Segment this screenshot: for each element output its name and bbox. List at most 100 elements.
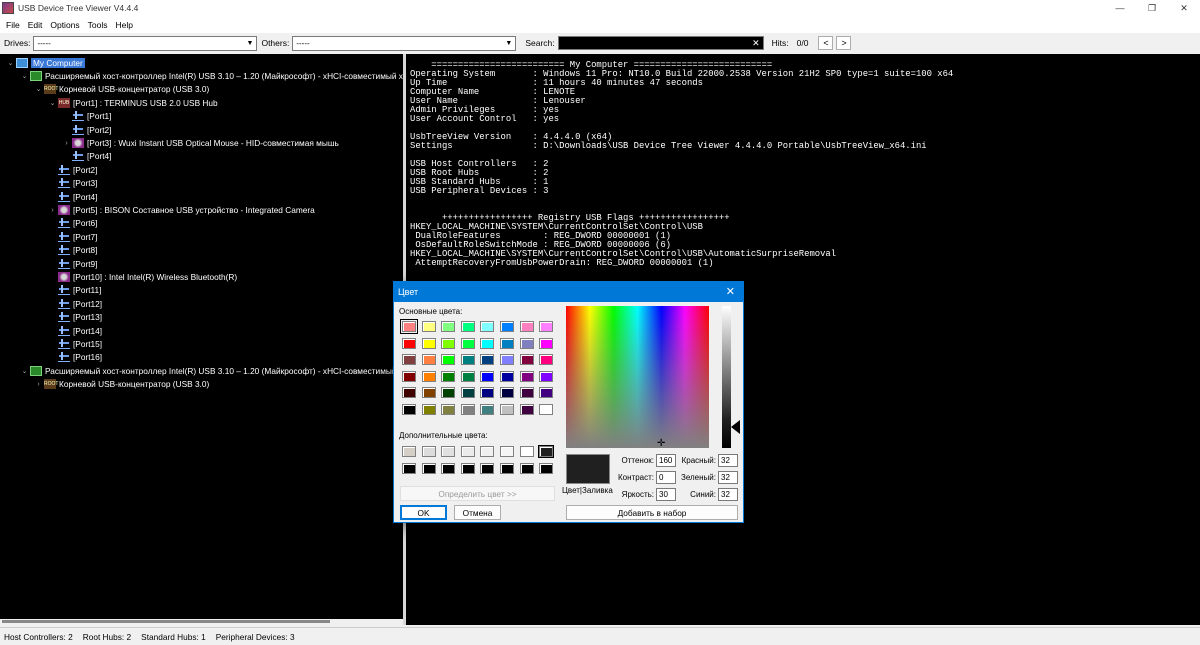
- color-swatch[interactable]: [539, 337, 554, 349]
- color-swatch[interactable]: [441, 370, 456, 382]
- color-swatch[interactable]: [480, 370, 495, 382]
- color-swatch[interactable]: [441, 337, 456, 349]
- color-swatch[interactable]: [480, 387, 495, 398]
- color-swatch[interactable]: [499, 337, 514, 349]
- tree-item[interactable]: [Port15]: [48, 337, 102, 350]
- tree-item[interactable]: ⌄ ROOT Корневой USB-концентратор (USB 3.0): [34, 83, 209, 96]
- menu-help[interactable]: Help: [112, 20, 137, 30]
- minimize-button[interactable]: —: [1104, 0, 1136, 16]
- color-swatch[interactable]: [402, 403, 416, 415]
- blue-input[interactable]: 32: [718, 488, 738, 501]
- color-swatch[interactable]: [402, 370, 416, 382]
- tree-item[interactable]: › [Port3] : Wuxi Instant USB Optical Mous…: [62, 136, 339, 149]
- luminance-input[interactable]: 30: [656, 488, 676, 501]
- color-swatch[interactable]: [519, 462, 534, 474]
- tree-item[interactable]: [Port1]: [62, 110, 111, 123]
- color-swatch[interactable]: [539, 462, 554, 474]
- tree-item[interactable]: [Port12]: [48, 297, 102, 310]
- color-swatch[interactable]: [519, 321, 534, 332]
- tree-item[interactable]: [Port3]: [48, 177, 97, 190]
- color-swatch[interactable]: [499, 462, 514, 474]
- collapsed-arrow-icon[interactable]: ›: [62, 140, 71, 147]
- tree-item[interactable]: [Port14]: [48, 324, 102, 337]
- color-swatch[interactable]: [519, 337, 534, 349]
- menu-edit[interactable]: Edit: [24, 20, 47, 30]
- color-swatch[interactable]: [460, 387, 475, 398]
- red-input[interactable]: 32: [718, 454, 738, 467]
- drives-dropdown[interactable]: ----- ▼: [33, 35, 258, 51]
- collapsed-arrow-icon[interactable]: ›: [34, 381, 43, 388]
- color-swatch[interactable]: [499, 387, 514, 398]
- color-swatch[interactable]: [400, 319, 418, 334]
- color-swatch[interactable]: [480, 403, 495, 415]
- menu-options[interactable]: Options: [46, 20, 83, 30]
- ok-button[interactable]: OK: [400, 505, 447, 520]
- color-swatch[interactable]: [421, 462, 436, 474]
- color-swatch[interactable]: [402, 337, 416, 349]
- color-swatch[interactable]: [480, 337, 495, 349]
- tree-item[interactable]: [Port13]: [48, 311, 102, 324]
- color-swatch[interactable]: [402, 462, 416, 474]
- color-swatch[interactable]: [480, 354, 495, 365]
- tree-item[interactable]: [Port10] : Intel Intel(R) Wireless Bluet…: [48, 270, 237, 283]
- search-input[interactable]: ✕: [557, 36, 764, 50]
- expanded-arrow-icon[interactable]: ⌄: [20, 72, 29, 80]
- color-swatch[interactable]: [421, 403, 436, 415]
- color-swatch[interactable]: [460, 354, 475, 365]
- color-swatch[interactable]: [441, 354, 456, 365]
- color-swatch[interactable]: [402, 354, 416, 365]
- tree-item[interactable]: › ROOT Корневой USB-концентратор (USB 3.0): [34, 378, 209, 391]
- color-swatch[interactable]: [519, 354, 534, 365]
- scrollbar-thumb[interactable]: [2, 620, 330, 623]
- dialog-close-icon[interactable]: ✕: [726, 285, 735, 298]
- color-swatch[interactable]: [539, 321, 554, 332]
- color-swatch[interactable]: [519, 403, 534, 415]
- tree-item[interactable]: ⌄ Расширяемый хост-контроллер Intel(R) US…: [20, 364, 397, 377]
- color-swatch[interactable]: [539, 354, 554, 365]
- tree-item[interactable]: [Port2]: [62, 123, 111, 136]
- prev-hit-button[interactable]: <: [818, 36, 834, 50]
- close-button[interactable]: ✕: [1168, 0, 1200, 16]
- tree-item[interactable]: [Port16]: [48, 351, 102, 364]
- menu-tools[interactable]: Tools: [84, 20, 112, 30]
- expanded-arrow-icon[interactable]: ⌄: [20, 367, 29, 375]
- tree-item[interactable]: [Port7]: [48, 230, 97, 243]
- color-swatch[interactable]: [441, 462, 456, 474]
- color-swatch[interactable]: [538, 445, 555, 458]
- color-swatch[interactable]: [539, 387, 554, 398]
- color-swatch[interactable]: [441, 446, 456, 457]
- color-swatch[interactable]: [441, 321, 456, 332]
- saturation-input[interactable]: 0: [656, 471, 676, 484]
- tree-item[interactable]: [Port6]: [48, 217, 97, 230]
- clear-search-icon[interactable]: ✕: [752, 38, 760, 49]
- tree-item[interactable]: [Port4]: [48, 190, 97, 203]
- color-swatch[interactable]: [421, 370, 436, 382]
- next-hit-button[interactable]: >: [836, 36, 852, 50]
- color-swatch[interactable]: [421, 354, 436, 365]
- color-swatch[interactable]: [441, 387, 456, 398]
- add-to-custom-colors-button[interactable]: Добавить в набор: [566, 505, 738, 520]
- color-swatch[interactable]: [460, 337, 475, 349]
- restore-button[interactable]: ❐: [1136, 0, 1168, 16]
- expanded-arrow-icon[interactable]: ⌄: [34, 85, 43, 93]
- color-swatch[interactable]: [421, 387, 436, 398]
- tree-item[interactable]: ⌄ HUB [Port1] : TERMINUS USB 2.0 USB Hub: [48, 96, 218, 109]
- color-swatch[interactable]: [441, 403, 456, 415]
- tree-item[interactable]: [Port4]: [62, 150, 111, 163]
- color-swatch[interactable]: [539, 370, 554, 382]
- color-swatch[interactable]: [499, 370, 514, 382]
- color-swatch[interactable]: [499, 354, 514, 365]
- tree-item[interactable]: [Port11]: [48, 284, 101, 297]
- color-swatch[interactable]: [460, 462, 475, 474]
- device-tree[interactable]: ⌄ My Computer ⌄ Расширяемый хост-контроллер…: [0, 54, 403, 620]
- define-custom-color-button[interactable]: Определить цвет >>: [400, 486, 555, 501]
- tree-horizontal-scrollbar[interactable]: [0, 619, 403, 625]
- color-swatch[interactable]: [402, 387, 416, 398]
- color-swatch[interactable]: [460, 370, 475, 382]
- tree-item[interactable]: [Port8]: [48, 244, 97, 257]
- color-swatch[interactable]: [460, 321, 475, 332]
- color-swatch[interactable]: [421, 321, 436, 332]
- crosshair-icon[interactable]: ✛: [657, 438, 665, 449]
- green-input[interactable]: 32: [718, 471, 738, 484]
- color-swatch[interactable]: [539, 403, 554, 415]
